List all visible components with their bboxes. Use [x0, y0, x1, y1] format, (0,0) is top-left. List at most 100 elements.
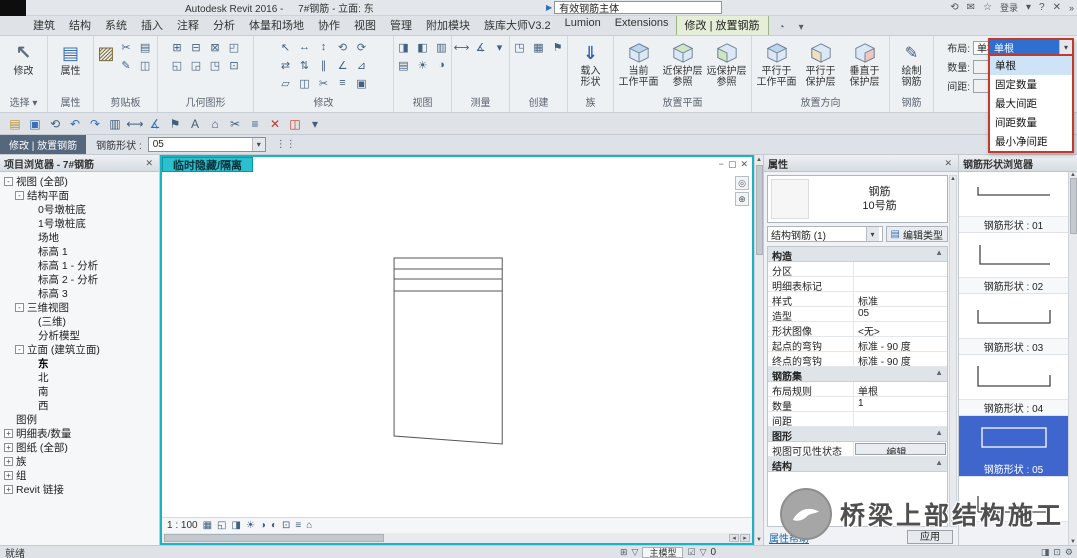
tree-item[interactable]: 东 [0, 356, 159, 370]
tree-item-label[interactable]: 三维视图 [27, 300, 69, 315]
tree-item[interactable]: + Revit 链接 [0, 482, 159, 496]
property-value[interactable]: 05 [854, 307, 947, 321]
tool-icon[interactable]: ↖ [277, 39, 294, 55]
view-control-icon[interactable]: ≡ [295, 520, 301, 531]
element-filter-combobox[interactable]: 结构钢筋 (1) ▾ [767, 226, 883, 242]
ribbon-tab[interactable]: 视图 [347, 14, 383, 35]
select-elements-icon[interactable]: ⊡ [1053, 547, 1061, 558]
ribbon-tab[interactable]: 结构 [62, 14, 98, 35]
property-row[interactable]: 样式 标准 [768, 292, 947, 307]
ribbon-tab[interactable]: 协作 [311, 14, 347, 35]
tool-icon[interactable]: ◨ [395, 39, 412, 55]
tree-item[interactable]: 标高 1 [0, 244, 159, 258]
tool-icon[interactable]: ◫ [137, 57, 154, 73]
mail-icon[interactable]: ✉ [967, 2, 975, 13]
tool-icon[interactable]: ⚑ [549, 39, 566, 55]
sync-icon[interactable]: ⟲ [950, 2, 958, 13]
window-control-icon[interactable]: − [719, 159, 724, 170]
modify-button[interactable]: ↖ 修改 [4, 39, 43, 77]
ribbon-tab[interactable]: 管理 [383, 14, 419, 35]
ribbon-tab[interactable]: Extensions [608, 14, 676, 35]
tree-expander-icon[interactable]: + [4, 429, 13, 438]
rebar-shape-item[interactable]: 钢筋形状 : 02 [959, 233, 1068, 294]
chevron-down-icon[interactable]: ▾ [252, 138, 265, 151]
view-control-icon[interactable]: ☀ [246, 520, 255, 531]
property-row[interactable]: 视图可见性状态 编辑... [768, 442, 947, 457]
qat-icon[interactable]: ✕ [266, 115, 284, 133]
tool-icon[interactable]: ⇅ [296, 57, 313, 73]
tree-item-label[interactable]: Revit 链接 [16, 482, 64, 497]
ribbon-tab[interactable]: 注释 [170, 14, 206, 35]
tree-item-label[interactable]: 结构平面 [27, 188, 69, 203]
property-group-header[interactable]: 钢筋集▲ [768, 367, 947, 382]
ribbon-tab[interactable]: 插入 [134, 14, 170, 35]
tool-icon[interactable]: ⟳ [353, 39, 370, 55]
tool-icon[interactable]: ≡ [334, 75, 351, 91]
tool-icon[interactable]: ◫ [296, 75, 313, 91]
tool-icon[interactable]: ◧ [414, 39, 431, 55]
property-group-header[interactable]: 构造▲ [768, 247, 947, 262]
overflow-icon[interactable]: » [1069, 3, 1074, 13]
tree-expander-icon[interactable]: + [4, 443, 13, 452]
temporary-hide-isolate-badge[interactable]: 临时隐藏/隔离 [162, 157, 253, 172]
horizontal-scrollbar[interactable]: ◂ ▸ [162, 533, 752, 543]
scrollbar-thumb[interactable] [756, 165, 763, 255]
parallel-cover-button[interactable]: 平行于 保护层 [800, 39, 841, 88]
chevron-down-icon[interactable]: ▽ [632, 547, 639, 558]
tool-icon[interactable]: ∠ [334, 57, 351, 73]
scroll-down-icon[interactable]: ▼ [756, 535, 762, 545]
current-work-plane-button[interactable]: 当前 工作平面 [618, 39, 659, 88]
tool-icon[interactable]: ✎ [118, 57, 135, 73]
tool-icon[interactable]: ✂ [118, 39, 135, 55]
chevron-down-icon[interactable]: ▾ [1059, 40, 1072, 54]
rebar-shape-item-selected[interactable]: 钢筋形状 : 05 [959, 416, 1068, 477]
vertical-scrollbar[interactable]: ▲ ▼ [754, 155, 763, 545]
tree-expander-icon[interactable]: - [15, 303, 24, 312]
drawing-area[interactable]: 临时隐藏/隔离 −▢✕ ◎ ⊕ [160, 155, 754, 545]
tree-item[interactable]: 标高 3 [0, 286, 159, 300]
tree-item-label[interactable]: 视图 (全部) [16, 174, 68, 189]
tool-icon[interactable]: ◰ [226, 39, 243, 55]
tool-icon[interactable]: ▾ [491, 39, 508, 55]
qat-icon[interactable]: ▾ [306, 115, 324, 133]
scrollbar-thumb[interactable] [1070, 178, 1077, 234]
layout-rule-combobox[interactable]: 单根 ▾ [990, 40, 1072, 56]
window-control-icon[interactable]: ▢ [728, 159, 737, 170]
scroll-down-icon[interactable]: ▼ [950, 520, 956, 526]
far-cover-reference-button[interactable]: 远保护层 参照 [706, 39, 747, 88]
tool-icon[interactable]: ✂ [315, 75, 332, 91]
tool-icon[interactable]: ⊿ [353, 57, 370, 73]
rebar-shape-item[interactable]: 钢筋形状 : 03 [959, 294, 1068, 355]
tree-item-label[interactable]: 西 [38, 398, 49, 413]
ribbon-tab[interactable]: 族库大师V3.2 [477, 14, 558, 35]
tree-expander-icon[interactable]: + [4, 457, 13, 466]
tool-icon[interactable]: ⟷ [453, 39, 470, 55]
design-option-box[interactable]: 主模型 [642, 547, 683, 558]
tool-icon[interactable]: ↕ [315, 39, 332, 55]
sign-in-button[interactable]: 登录 [1000, 1, 1018, 14]
tree-item-label[interactable]: 图纸 (全部) [16, 440, 68, 455]
qat-icon[interactable]: ↷ [86, 115, 104, 133]
properties-scrollbar[interactable]: ▲ ▼ [949, 175, 957, 527]
tree-item-label[interactable]: 东 [38, 356, 49, 371]
options-more-icon[interactable]: ⋮⋮ [276, 139, 296, 150]
rebar-shape-item[interactable]: 钢筋形状 : 01 [959, 172, 1068, 233]
tool-icon[interactable]: ⊡ [226, 57, 243, 73]
ribbon-tab[interactable]: 体量和场地 [242, 14, 311, 35]
tool-icon[interactable]: ◑ [433, 57, 450, 73]
scroll-right-icon[interactable]: ▸ [740, 534, 750, 542]
tool-icon[interactable]: ∥ [315, 57, 332, 73]
viewport[interactable]: ◎ ⊕ [162, 172, 752, 517]
tool-icon[interactable]: ▥ [433, 39, 450, 55]
edit-type-button[interactable]: ▤ 编辑类型 [886, 226, 948, 242]
tree-item[interactable]: 北 [0, 370, 159, 384]
tool-icon[interactable]: ⊠ [207, 39, 224, 55]
tool-icon[interactable]: ∡ [472, 39, 489, 55]
property-row[interactable]: 形状图像 <无> [768, 322, 947, 337]
worksets-icon[interactable]: ⊞ [620, 547, 628, 558]
property-value[interactable]: 单根 [854, 382, 947, 396]
qat-icon[interactable]: ▥ [106, 115, 124, 133]
property-row[interactable]: 起点的弯钩 标准 - 90 度 [768, 337, 947, 352]
property-row[interactable]: 间距 [768, 412, 947, 427]
chevron-down-icon[interactable]: ▾ [1026, 2, 1031, 13]
